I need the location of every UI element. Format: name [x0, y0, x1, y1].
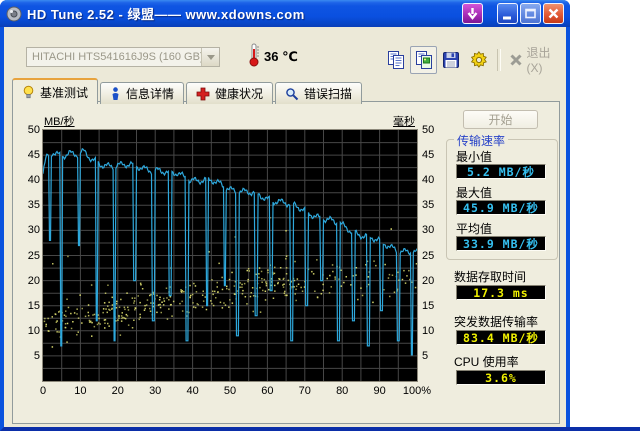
copy-text-icon	[387, 50, 404, 69]
axis-tick-label: 20	[422, 274, 435, 287]
drive-select[interactable]: HITACHI HTS541616J9S (160 GB)	[26, 47, 220, 67]
axis-tick-label: 10	[422, 324, 435, 337]
axis-tick-label: 50	[422, 124, 435, 136]
toolbar-separator	[496, 48, 501, 71]
min-value-display: 5.2 MB/秒	[456, 164, 546, 179]
close-icon	[548, 8, 559, 19]
tab-label: 错误扫描	[304, 87, 353, 101]
min-label: 最小值	[456, 150, 493, 164]
close-button[interactable]	[543, 3, 564, 24]
axis-tick-label: 25	[27, 249, 40, 262]
maximize-icon	[525, 8, 536, 19]
group-title: 传输速率	[454, 132, 509, 149]
axis-tick-label: 20	[111, 385, 124, 397]
axis-tick-label: 15	[27, 299, 40, 312]
axis-tick-label: 40	[186, 385, 199, 397]
benchmark-chart	[42, 129, 418, 382]
cpu-usage-label: CPU 使用率	[454, 355, 519, 369]
axis-tick-label: 30	[27, 224, 40, 237]
axis-tick-label: 80	[336, 385, 349, 397]
screenshot-root: HD Tune 2.52 - 绿盟—— www.xdowns.com HITAC…	[0, 0, 640, 431]
start-button[interactable]: 开始	[463, 110, 538, 129]
axis-tick-label: 5	[33, 349, 40, 362]
tab-error-scan[interactable]: 错误扫描	[275, 82, 363, 104]
exit-button[interactable]: 退出(X)	[509, 44, 566, 75]
maximize-button[interactable]	[520, 3, 541, 24]
save-button[interactable]	[437, 46, 465, 74]
axis-tick-label: 0	[39, 385, 47, 397]
exit-x-icon	[510, 53, 522, 66]
app-icon	[6, 6, 22, 21]
tab-label: 健康状况	[215, 87, 264, 101]
axis-tick-label: 90	[373, 385, 386, 397]
tab-health[interactable]: 健康状况	[186, 82, 274, 104]
axis-tick-label: 45	[27, 149, 40, 162]
axis-tick-label: 35	[27, 199, 40, 212]
temperature-value: 36 ℃	[264, 49, 298, 64]
tab-label: 信息详情	[126, 87, 175, 101]
lightbulb-icon	[23, 85, 34, 99]
save-icon	[443, 51, 460, 68]
thermometer-icon	[249, 43, 259, 67]
bottom-edge-line	[566, 427, 640, 431]
max-value-display: 45.9 MB/秒	[456, 200, 546, 215]
access-time-label: 数据存取时间	[454, 270, 527, 284]
exit-label: 退出(X)	[526, 46, 551, 75]
access-time-display: 17.3 ms	[456, 285, 546, 300]
axis-tick-label: 25	[422, 249, 435, 262]
burst-rate-label: 突发数据传输率	[454, 315, 539, 329]
right-axis-unit: 毫秒	[393, 116, 415, 128]
axis-tick-label: 40	[422, 174, 435, 187]
tab-info[interactable]: 信息详情	[100, 82, 185, 104]
copy-image-icon	[415, 50, 432, 69]
avg-value-display: 33.9 MB/秒	[456, 236, 546, 251]
burst-rate-display: 83.4 MB/秒	[456, 330, 546, 345]
chevron-down-icon	[201, 48, 219, 66]
axis-tick-label: 35	[422, 199, 435, 212]
axis-tick-label: 50	[223, 385, 237, 397]
copy-text-button[interactable]	[382, 46, 410, 74]
minimize-button[interactable]	[497, 3, 518, 24]
axis-tick-label: 70	[298, 385, 311, 397]
cpu-usage-display: 3.6%	[456, 370, 546, 385]
toolbar-buttons: 退出(X)	[382, 44, 566, 75]
axis-tick-label: 30	[149, 385, 162, 397]
axis-tick-label: 20	[27, 274, 40, 287]
avg-label: 平均值	[456, 222, 493, 236]
down-arrow-icon	[467, 8, 478, 20]
axis-tick-label: 10	[74, 385, 87, 397]
options-button[interactable]	[465, 46, 493, 74]
axis-tick-label: 50	[27, 124, 40, 136]
hd-tune-window: HD Tune 2.52 - 绿盟—— www.xdowns.com HITAC…	[0, 0, 570, 431]
info-icon	[112, 86, 119, 100]
max-label: 最大值	[456, 186, 493, 200]
axis-tick-label: 5	[422, 349, 429, 362]
tab-benchmark[interactable]: 基准测试	[12, 78, 99, 105]
tab-label: 基准测试	[40, 85, 89, 100]
axis-tick-label: 30	[422, 224, 435, 237]
magnifier-icon	[286, 87, 299, 100]
copy-image-button[interactable]	[409, 45, 438, 74]
axis-tick-label: 45	[422, 149, 435, 162]
download-button[interactable]	[462, 3, 483, 24]
drive-select-value: HITACHI HTS541616J9S (160 GB)	[32, 51, 201, 63]
transfer-rate-group: 传输速率 最小值 5.2 MB/秒 最大值 45.9 MB/秒 平均值 33.9…	[446, 132, 558, 260]
axis-tick-label: 100%	[402, 385, 432, 397]
axis-tick-label: 15	[422, 299, 435, 312]
axis-tick-label: 10	[27, 324, 40, 337]
axis-tick-label: 60	[261, 385, 274, 397]
benchmark-page: MB/秒 毫秒 50 45 40 35 30 25 20 15 10 5 50 45 40 35 30 25…	[12, 101, 560, 424]
tab-bar: 基准测试 信息详情 健康状况 错误扫描	[12, 78, 363, 105]
left-axis-unit: MB/秒	[44, 116, 75, 128]
health-cross-icon	[196, 87, 210, 100]
title-bar: HD Tune 2.52 - 绿盟—— www.xdowns.com	[0, 0, 570, 27]
axis-tick-label: 40	[27, 174, 40, 187]
minimize-icon	[503, 16, 511, 20]
window-title: HD Tune 2.52 - 绿盟—— www.xdowns.com	[27, 7, 305, 22]
options-icon	[470, 50, 487, 68]
